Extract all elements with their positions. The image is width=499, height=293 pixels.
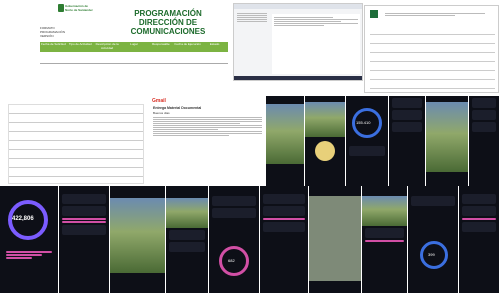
phone-screen-photo [305,96,345,186]
report-document [364,5,499,93]
phone-screen-photo [362,186,407,293]
format-line: VERSIÓN [40,34,54,38]
phone-screen-list [459,186,499,293]
gmail-logo: Gmail [152,98,166,104]
format-info: FORMATO PROGRAMACIÓN VERSIÓN [40,26,100,38]
phone-screen-gauge: 399 [408,186,458,293]
gmail-message: Gmail Entrega Material Documental Buenos… [150,96,265,186]
direction-title: DIRECCIÓN DE COMUNICACIONES [130,18,206,36]
phone-screen-total: 422,806 [0,186,58,293]
badge-icon [315,141,335,161]
logo-text: Gobernación de Norte de Santander [65,4,93,12]
column-header: Responsable [152,42,170,46]
phone-screen-gauge: 682 [209,186,259,293]
phone-screen-list [389,96,425,186]
window-titlebar [234,4,362,9]
table-row [40,54,228,64]
table-header: Fecha de Solicitud Tipo de Actividad Des… [40,42,228,52]
phone-screen-photo [166,186,208,293]
gauge-value: 399 [428,252,435,257]
taskbar [234,76,362,80]
email-window [233,3,363,81]
phone-screen-list [260,186,308,293]
email-greeting: Buenos días [153,111,170,115]
phone-screen-gauge: 155.410 [346,96,388,186]
program-title: PROGRAMACIÓN [134,9,202,18]
shield-icon [58,4,64,12]
phone-screen-photo [426,96,468,186]
logo: Gobernación de Norte de Santander [58,4,100,20]
column-header: Fecha de Solicitud [41,42,66,46]
phone-screen-photo [266,96,304,186]
phone-screen-list [59,186,109,293]
column-header: Estado [209,42,220,46]
phone-screen-list [469,96,499,186]
gauge-value: 155.410 [356,120,371,125]
total-value: 422,806 [12,216,34,222]
column-header: Tipo de Actividad [68,42,92,46]
column-header: Lugar [130,42,138,46]
map-view [309,196,361,281]
programacion-document: Gobernación de Norte de Santander PROGRA… [0,0,232,90]
activities-table [8,104,144,184]
column-header: Descripción de la Actividad [95,42,119,50]
gauge-value: 682 [228,258,235,263]
phone-screen-photo [110,186,165,293]
column-header: Fecha de Ejecución [174,42,201,46]
logo [370,10,378,18]
phone-screen-map [309,186,361,293]
